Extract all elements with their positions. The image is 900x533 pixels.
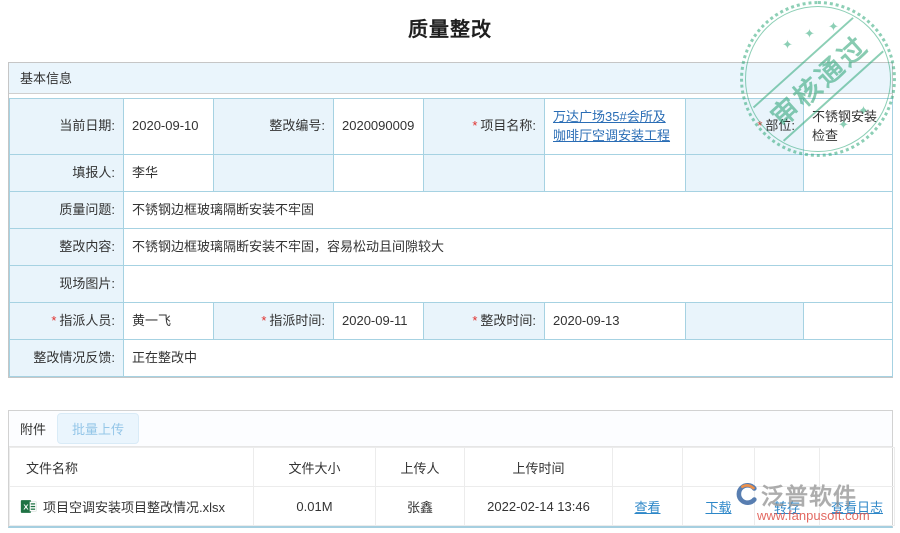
table-row: 质量问题: 不锈钢边框玻璃隔断安装不牢固: [10, 192, 893, 229]
table-row: *指派人员: 黄一飞 *指派时间: 2020-09-11 *整改时间: 2020…: [10, 303, 893, 340]
attachment-action-cell: 转存: [755, 487, 820, 526]
empty-value-cell: [804, 303, 893, 340]
table-row: 现场图片:: [10, 266, 893, 303]
attachment-upload-time: 2022-02-14 13:46: [465, 487, 613, 526]
attachment-file-size: 0.01M: [254, 487, 376, 526]
field-label-feedback: 整改情况反馈:: [10, 340, 124, 377]
attachments-panel: 附件 批量上传 文件名称 文件大小 上传人 上传时间: [8, 410, 893, 528]
field-label-assignee: *指派人员:: [10, 303, 124, 340]
col-action-empty: [613, 448, 683, 487]
quality-rectification-page: 质量整改 基本信息 当前日期: 2020-09-10 整改编号: 2020090…: [0, 0, 900, 533]
field-value-site-photos: [124, 266, 893, 303]
required-asterisk: *: [757, 118, 762, 133]
field-label-project-name: *项目名称:: [424, 99, 545, 155]
empty-label-cell: [214, 155, 334, 192]
basic-info-table: 当前日期: 2020-09-10 整改编号: 2020090009 *项目名称:…: [9, 98, 893, 377]
field-label-rectify-time: *整改时间:: [424, 303, 545, 340]
excel-icon: X: [20, 498, 37, 515]
field-value-quality-issue: 不锈钢边框玻璃隔断安装不牢固: [124, 192, 893, 229]
table-row: 当前日期: 2020-09-10 整改编号: 2020090009 *项目名称:…: [10, 99, 893, 155]
col-file-size: 文件大小: [254, 448, 376, 487]
attachment-row: X 项目空调安装项目整改情况.xlsx 0.01M 张鑫 2022-02-14 …: [10, 487, 895, 526]
required-asterisk: *: [472, 313, 477, 328]
table-row: 整改情况反馈: 正在整改中: [10, 340, 893, 377]
field-value-rectification-no: 2020090009: [334, 99, 424, 155]
attachments-section-title: 附件: [20, 419, 46, 438]
field-label-reporter: 填报人:: [10, 155, 124, 192]
table-row: 填报人: 李华: [10, 155, 893, 192]
download-link[interactable]: 下载: [705, 500, 731, 515]
field-label-text: 部位:: [765, 118, 795, 133]
field-label-text: 项目名称:: [480, 118, 536, 133]
field-label-text: 指派人员:: [59, 313, 115, 328]
field-value-reporter: 李华: [124, 155, 214, 192]
field-value-feedback: 正在整改中: [124, 340, 893, 377]
col-upload-time: 上传时间: [465, 448, 613, 487]
view-link[interactable]: 查看: [634, 500, 660, 515]
field-value-current-date: 2020-09-10: [124, 99, 214, 155]
attachments-table: 文件名称 文件大小 上传人 上传时间: [9, 447, 895, 526]
col-action-empty: [683, 448, 755, 487]
field-label-quality-issue: 质量问题:: [10, 192, 124, 229]
attachments-header-row: 文件名称 文件大小 上传人 上传时间: [10, 448, 895, 487]
field-label-rectification-no: 整改编号:: [214, 99, 334, 155]
table-row: 整改内容: 不锈钢边框玻璃隔断安装不牢固，容易松动且间隙较大: [10, 229, 893, 266]
svg-text:X: X: [23, 502, 29, 511]
field-label-text: 指派时间:: [269, 313, 325, 328]
field-value-rectify-time: 2020-09-13: [545, 303, 686, 340]
field-label-current-date: 当前日期:: [10, 99, 124, 155]
attachment-action-cell: 查看: [613, 487, 683, 526]
field-value-assign-time: 2020-09-11: [334, 303, 424, 340]
required-asterisk: *: [51, 313, 56, 328]
empty-value-cell: [545, 155, 686, 192]
empty-label-cell: [686, 155, 804, 192]
field-label-site-photos: 现场图片:: [10, 266, 124, 303]
empty-label-cell: [424, 155, 545, 192]
basic-info-section-header: 基本信息: [9, 63, 892, 94]
field-value-part: 不锈钢安装检查: [804, 99, 893, 155]
field-value-project-name: 万达广场35#会所及咖啡厅空调安装工程: [545, 99, 686, 155]
col-uploader: 上传人: [376, 448, 465, 487]
basic-info-panel: 基本信息 当前日期: 2020-09-10 整改编号: 2020090009 *…: [8, 62, 893, 378]
page-title: 质量整改: [0, 13, 900, 42]
save-copy-link[interactable]: 转存: [774, 500, 800, 515]
field-value-assignee: 黄一飞: [124, 303, 214, 340]
field-label-part: *部位:: [686, 99, 804, 155]
view-log-link[interactable]: 查看日志: [831, 500, 883, 515]
field-label-assign-time: *指派时间:: [214, 303, 334, 340]
project-name-link[interactable]: 万达广场35#会所及咖啡厅空调安装工程: [553, 109, 670, 143]
empty-value-cell: [804, 155, 893, 192]
field-label-text: 整改时间:: [480, 313, 536, 328]
attachment-action-cell: 下载: [683, 487, 755, 526]
attachment-file-cell: X 项目空调安装项目整改情况.xlsx: [10, 487, 254, 526]
required-asterisk: *: [472, 118, 477, 133]
col-action-empty: [820, 448, 895, 487]
attachment-uploader: 张鑫: [376, 487, 465, 526]
field-value-rectify-content: 不锈钢边框玻璃隔断安装不牢固，容易松动且间隙较大: [124, 229, 893, 266]
empty-value-cell: [334, 155, 424, 192]
required-asterisk: *: [261, 313, 266, 328]
field-label-rectify-content: 整改内容:: [10, 229, 124, 266]
col-action-empty: [755, 448, 820, 487]
empty-label-cell: [686, 303, 804, 340]
col-file-name: 文件名称: [10, 448, 254, 487]
attachment-file-name: 项目空调安装项目整改情况.xlsx: [43, 497, 225, 516]
attachment-action-cell: 查看日志: [820, 487, 895, 526]
batch-upload-button[interactable]: 批量上传: [57, 413, 139, 444]
attachments-header: 附件 批量上传: [9, 411, 892, 447]
